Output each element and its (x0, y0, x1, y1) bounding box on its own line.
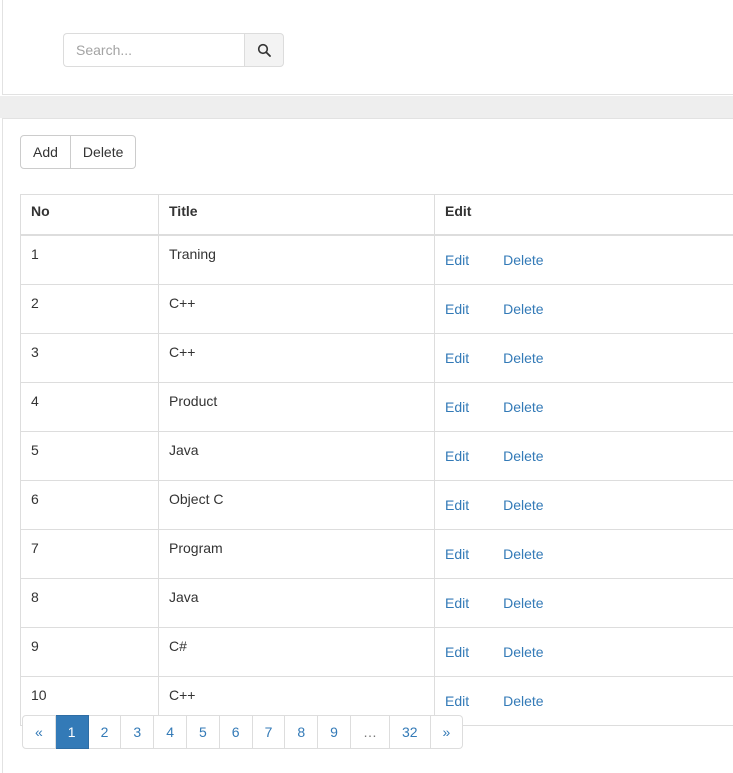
row-delete-link[interactable]: Delete (503, 589, 543, 617)
table-row: 4Product Edit Delete (21, 383, 733, 432)
cell-title: Program (159, 530, 435, 579)
section-separator-band (0, 96, 733, 118)
table-header: No Title Edit (21, 195, 733, 236)
search-input[interactable] (63, 33, 244, 67)
row-edit-link[interactable]: Edit (445, 344, 469, 372)
pagination: «123456789…32» (22, 715, 463, 749)
page-next[interactable]: » (431, 715, 464, 749)
row-delete-link[interactable]: Delete (503, 442, 543, 470)
column-header-title: Title (159, 195, 435, 236)
cell-no: 4 (21, 383, 159, 432)
cell-actions: Edit Delete (435, 285, 733, 334)
toolbar-button-group: Add Delete (20, 135, 136, 169)
row-delete-link[interactable]: Delete (503, 295, 543, 323)
cell-actions: Edit Delete (435, 677, 733, 726)
page-5[interactable]: 5 (187, 715, 220, 749)
row-delete-link[interactable]: Delete (503, 540, 543, 568)
table-row: 1Traning Edit Delete (21, 235, 733, 285)
cell-no: 2 (21, 285, 159, 334)
add-button[interactable]: Add (20, 135, 71, 169)
page-9[interactable]: 9 (318, 715, 351, 749)
cell-actions: Edit Delete (435, 530, 733, 579)
cell-actions: Edit Delete (435, 334, 733, 383)
content-panel: Add Delete No Title Edit 1TraningEditDel… (2, 118, 733, 773)
table-header-row: No Title Edit (21, 195, 733, 236)
cell-title: C++ (159, 334, 435, 383)
row-edit-link[interactable]: Edit (445, 638, 469, 666)
cell-title: Traning (159, 235, 435, 285)
cell-no: 7 (21, 530, 159, 579)
row-delete-link[interactable]: Delete (503, 638, 543, 666)
page-8[interactable]: 8 (285, 715, 318, 749)
cell-no: 3 (21, 334, 159, 383)
cell-no: 8 (21, 579, 159, 628)
cell-actions: Edit Delete (435, 432, 733, 481)
cell-actions: Edit Delete (435, 383, 733, 432)
table-row: 9C# Edit Delete (21, 628, 733, 677)
delete-button[interactable]: Delete (71, 135, 136, 169)
page-3[interactable]: 3 (121, 715, 154, 749)
page-2[interactable]: 2 (89, 715, 122, 749)
search-icon (257, 43, 271, 57)
cell-no: 5 (21, 432, 159, 481)
cell-actions: Edit Delete (435, 628, 733, 677)
table-row: 5Java Edit Delete (21, 432, 733, 481)
table-row: 2C++ Edit Delete (21, 285, 733, 334)
cell-title: Java (159, 432, 435, 481)
row-edit-link[interactable]: Edit (445, 442, 469, 470)
page-4[interactable]: 4 (154, 715, 187, 749)
row-delete-link[interactable]: Delete (503, 344, 543, 372)
cell-title: Object C (159, 481, 435, 530)
page-ellipsis: … (351, 715, 390, 749)
cell-no: 9 (21, 628, 159, 677)
row-delete-link[interactable]: Delete (503, 491, 543, 519)
table-row: 6Object C Edit Delete (21, 481, 733, 530)
row-edit-link[interactable]: Edit (445, 491, 469, 519)
cell-actions: Edit Delete (435, 481, 733, 530)
records-table: No Title Edit 1TraningEditDelete2C++Edit… (20, 194, 733, 726)
column-header-edit: Edit (435, 195, 733, 236)
table-row: 8Java Edit Delete (21, 579, 733, 628)
cell-no: 1 (21, 235, 159, 285)
column-header-no: No (21, 195, 159, 236)
row-edit-link[interactable]: Edit (445, 295, 469, 323)
search-group (63, 33, 284, 67)
cell-title: C# (159, 628, 435, 677)
page-prev[interactable]: « (22, 715, 56, 749)
table-body: 1TraningEditDelete2C++EditDelete3C++Edit… (21, 235, 733, 726)
cell-actions: Edit Delete (435, 579, 733, 628)
table-row: 7Program Edit Delete (21, 530, 733, 579)
table-row: 3C++ Edit Delete (21, 334, 733, 383)
cell-title: C++ (159, 285, 435, 334)
page-7[interactable]: 7 (253, 715, 286, 749)
row-edit-link[interactable]: Edit (445, 540, 469, 568)
row-edit-link[interactable]: Edit (445, 589, 469, 617)
row-edit-link[interactable]: Edit (445, 246, 469, 274)
row-delete-link[interactable]: Delete (503, 687, 543, 715)
page-32[interactable]: 32 (390, 715, 431, 749)
cell-title: Java (159, 579, 435, 628)
row-edit-link[interactable]: Edit (445, 687, 469, 715)
cell-no: 6 (21, 481, 159, 530)
page-6[interactable]: 6 (220, 715, 253, 749)
row-delete-link[interactable]: Delete (503, 393, 543, 421)
cell-actions: Edit Delete (435, 235, 733, 285)
table-container: No Title Edit 1TraningEditDelete2C++Edit… (20, 194, 733, 726)
row-delete-link[interactable]: Delete (503, 246, 543, 274)
page-1[interactable]: 1 (56, 715, 89, 749)
cell-title: Product (159, 383, 435, 432)
search-panel (2, 0, 733, 95)
row-edit-link[interactable]: Edit (445, 393, 469, 421)
search-button[interactable] (244, 33, 284, 67)
